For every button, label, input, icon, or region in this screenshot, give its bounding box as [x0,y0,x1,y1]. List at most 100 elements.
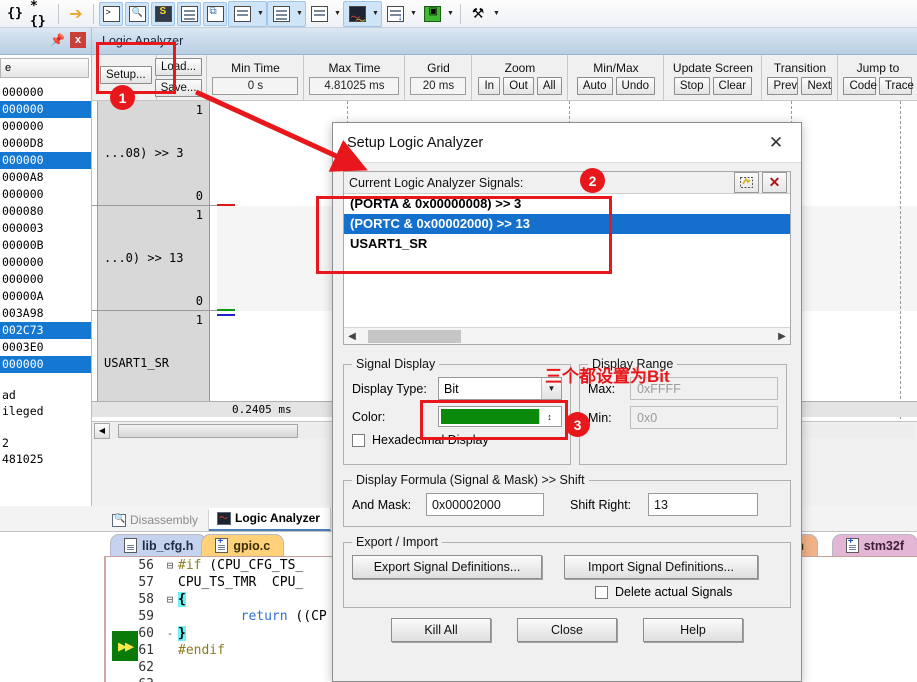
left-panel-row[interactable]: 000000 [0,118,91,135]
left-panel-row[interactable]: 002C73 [0,322,91,339]
left-panel-row[interactable]: 0000D8 [0,135,91,152]
chevron-down-icon[interactable]: ↕ [539,409,559,424]
update-clear-button[interactable]: Clear [712,76,753,95]
signals-listbox[interactable]: (PORTA & 0x00000008) >> 3 (PORTC & 0x0000… [344,194,790,254]
signal-label-row[interactable]: 1 ...08) >> 3 0 [92,101,217,206]
close-button[interactable]: Close [517,618,617,642]
shift-right-input[interactable]: 13 [648,493,758,516]
fold-marker[interactable]: - [162,625,178,642]
file-tab[interactable]: gpio.c [201,534,285,556]
scroll-track[interactable] [360,329,774,343]
and-mask-input[interactable]: 0x00002000 [426,493,544,516]
update-stop-button[interactable]: Stop [673,76,710,95]
left-panel-row[interactable]: 000000 [0,101,91,118]
peripherals-icon[interactable]: ▣ [420,2,444,26]
import-signal-definitions-button[interactable]: Import Signal Definitions... [564,555,758,579]
transition-next-button[interactable]: Next [801,76,833,95]
kill-all-button[interactable]: Kill All [391,618,491,642]
hexadecimal-display-row[interactable]: Hexadecimal Display [352,433,562,447]
min-time-value[interactable]: 0 s [212,76,299,95]
left-panel-row[interactable]: 000000 [0,186,91,203]
fold-marker[interactable]: ⊟ [162,557,178,574]
peripherals-group[interactable]: ▣ ▼ [419,2,456,26]
chevron-down-icon[interactable]: ▼ [491,3,502,25]
step-arrow-icon[interactable]: ➔ [64,2,88,26]
zoom-out-button[interactable]: Out [503,76,534,95]
left-panel-row[interactable]: 000003 [0,220,91,237]
scroll-left-icon[interactable]: ◀ [94,422,110,439]
trace-window-group[interactable]: ↓ ▼ [382,2,419,26]
color-select[interactable]: ↕ [438,406,562,427]
chevron-down-icon[interactable]: ▼ [445,3,456,25]
minmax-auto-button[interactable]: Auto [576,76,613,95]
export-signal-definitions-button[interactable]: Export Signal Definitions... [352,555,542,579]
fold-marker[interactable] [162,642,178,659]
left-panel-row[interactable]: 00000B [0,237,91,254]
min-input[interactable]: 0x0 [630,406,778,429]
transition-prev-button[interactable]: Prev [767,76,799,95]
jump-code-button[interactable]: Code [843,76,877,95]
left-panel-row[interactable]: 003A98 [0,305,91,322]
memory-window-group[interactable]: ▼ [267,0,306,27]
scroll-thumb[interactable] [118,423,298,438]
max-time-value[interactable]: 4.81025 ms [309,76,400,95]
signal-label-box[interactable]: 1 ...0) >> 13 0 [97,206,210,311]
zoom-in-button[interactable]: In [478,76,501,95]
trace-window-icon[interactable]: ↓ [383,2,407,26]
signal-label-column[interactable]: 1...08) >> 301...0) >> 1301USART1_SR0 [92,101,217,416]
left-panel-row[interactable]: 000000 [0,152,91,169]
load-button[interactable]: Load... [154,58,203,76]
signal-label-box[interactable]: 1 ...08) >> 3 0 [97,101,210,206]
brace-close-icon[interactable]: *{} [29,0,53,29]
setup-button[interactable]: Setup... [100,65,152,84]
close-icon[interactable]: ✕ [759,129,793,157]
serial-window-icon[interactable] [307,2,331,26]
fold-marker[interactable] [162,659,178,676]
signal-list-item[interactable]: (PORTC & 0x00002000) >> 13 [344,214,790,234]
jump-trace-button[interactable]: Trace [878,76,914,95]
scroll-thumb[interactable] [368,329,461,343]
delete-actual-signals-row[interactable]: Delete actual Signals [352,585,782,599]
new-signal-icon[interactable] [734,172,759,193]
command-window-icon[interactable]: > [99,1,123,26]
chevron-down-icon[interactable]: ▼ [332,3,343,25]
chevron-down-icon[interactable]: ▼ [255,3,266,25]
display-type-select[interactable]: Bit ▼ [438,377,562,400]
left-panel-row[interactable]: 00000A [0,288,91,305]
left-panel-value-list[interactable]: 000000 000000 000000 0000D8 000000 0000A8 0000… [0,84,91,373]
signal-list-item[interactable]: USART1_SR [344,234,790,254]
fold-marker[interactable]: ⊟ [162,591,178,608]
view-tab[interactable]: 〜 Logic Analyzer [209,508,331,531]
chevron-down-icon[interactable]: ▼ [370,3,381,25]
left-panel-row[interactable]: 0000A8 [0,169,91,186]
left-panel-row[interactable]: 0003E0 [0,339,91,356]
scroll-right-icon[interactable]: ▶ [774,331,790,342]
left-panel-row[interactable]: 000000 [0,271,91,288]
grid-value[interactable]: 20 ms [410,76,467,95]
chevron-down-icon[interactable]: ▼ [294,3,305,25]
disassembly-window-icon[interactable]: 🔍 [125,1,149,26]
analysis-window-group[interactable]: 〜 〜 ▼ [343,0,382,27]
minmax-undo-button[interactable]: Undo [615,76,656,95]
left-panel-row[interactable]: 000000 [0,254,91,271]
file-tab[interactable]: stm32f [831,534,917,556]
delete-actual-signals-checkbox[interactable] [595,585,608,599]
signal-label-row[interactable]: 1 ...0) >> 13 0 [92,206,217,311]
signals-list-hscrollbar[interactable]: ◀ ▶ [344,327,790,344]
delete-signal-icon[interactable]: ✕ [762,172,787,193]
help-button[interactable]: Help [643,618,743,642]
symbols-window-icon[interactable]: S [151,1,175,26]
memory-window-icon[interactable] [269,2,293,26]
fold-marker[interactable] [162,574,178,591]
serial-window-group[interactable]: ▼ [306,2,343,26]
watch-window-icon[interactable] [230,2,254,26]
left-panel-row[interactable]: 000000 [0,356,91,373]
scroll-left-icon[interactable]: ◀ [344,331,360,342]
chevron-down-icon[interactable]: ▼ [408,3,419,25]
left-panel-row[interactable]: 000000 [0,84,91,101]
zoom-all-button[interactable]: All [536,76,562,95]
tools-group[interactable]: ⚒ ▼ [465,2,502,26]
left-panel-row[interactable]: 000080 [0,203,91,220]
fold-marker[interactable] [162,608,178,625]
analysis-window-icon[interactable]: 〜 〜 [345,2,369,27]
